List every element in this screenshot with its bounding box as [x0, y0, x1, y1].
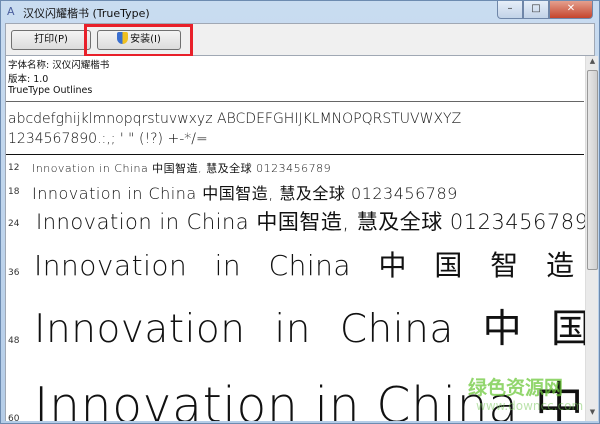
sample-text: Innovation in China 中 国	[34, 307, 585, 352]
window-title: 汉仪闪耀楷书 (TrueType)	[23, 7, 150, 20]
font-version: 版本: 1.0	[8, 74, 49, 85]
scroll-up-arrow-icon[interactable]: ▲	[586, 57, 599, 69]
size-label: 48	[8, 336, 20, 346]
size-label: 60	[8, 414, 20, 421]
title-bar[interactable]: A 汉仪闪耀楷书 (TrueType) – □ ✕	[1, 1, 599, 23]
sample-text: Innovation in China 中国智造, 慧及全球 012345678…	[36, 210, 585, 234]
divider	[6, 154, 584, 155]
install-highlight-box	[84, 24, 193, 57]
sample-text: Innovation in China 中国智造, 慧及全球 012345678…	[32, 184, 458, 203]
watermark-url: www.downcc.com	[476, 399, 584, 413]
font-name: 字体名称: 汉仪闪耀楷书	[8, 60, 110, 71]
font-outlines: TrueType Outlines	[8, 85, 93, 96]
close-button[interactable]: ✕	[549, 1, 593, 19]
size-label: 18	[8, 187, 20, 197]
minimize-button[interactable]: –	[497, 1, 523, 19]
sample-text: Innovation in China 中国智造, 慧及全球 012345678…	[32, 162, 332, 175]
watermark-logo: 绿色资源网	[468, 377, 564, 399]
font-viewer-window: A 汉仪闪耀楷书 (TrueType) – □ ✕ 打印(P) 安装(I) 字体…	[0, 0, 600, 424]
vertical-scrollbar[interactable]: ▲ ▼	[585, 56, 598, 421]
charset-digits: 1234567890.:,; ' " (!?) +-*/=	[8, 131, 208, 147]
scrollbar-thumb[interactable]	[587, 70, 598, 270]
size-label: 36	[8, 268, 20, 278]
divider	[6, 101, 584, 102]
scroll-down-arrow-icon[interactable]: ▼	[586, 408, 599, 420]
sample-text: Innovation in China 中 国 智 造	[34, 249, 575, 282]
font-icon: A	[7, 5, 15, 18]
charset-letters: abcdefghijklmnopqrstuvwxyz ABCDEFGHIJKLM…	[8, 111, 462, 127]
maximize-button[interactable]: □	[523, 1, 549, 19]
print-button[interactable]: 打印(P)	[11, 30, 91, 50]
font-preview: 字体名称: 汉仪闪耀楷书 版本: 1.0 TrueType Outlines a…	[5, 56, 585, 421]
size-label: 24	[8, 219, 20, 229]
size-label: 12	[8, 163, 20, 173]
